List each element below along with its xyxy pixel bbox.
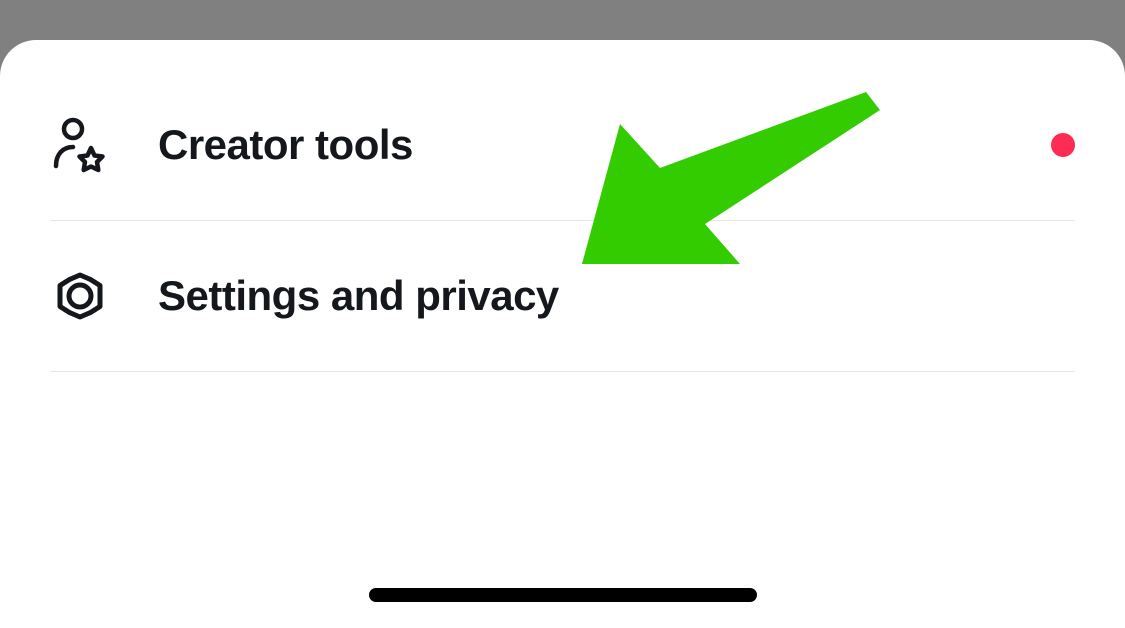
- menu-item-label: Creator tools: [158, 121, 413, 169]
- menu-item-label: Settings and privacy: [158, 272, 559, 320]
- divider: [50, 371, 1075, 372]
- notification-dot: [1051, 133, 1075, 157]
- gear-icon: [50, 266, 110, 326]
- home-indicator[interactable]: [369, 588, 757, 602]
- menu-item-creator-tools[interactable]: Creator tools: [0, 70, 1125, 220]
- menu-item-settings-privacy[interactable]: Settings and privacy: [0, 221, 1125, 371]
- bottom-sheet: Creator tools Settings and privacy: [0, 40, 1125, 628]
- creator-star-icon: [50, 115, 110, 175]
